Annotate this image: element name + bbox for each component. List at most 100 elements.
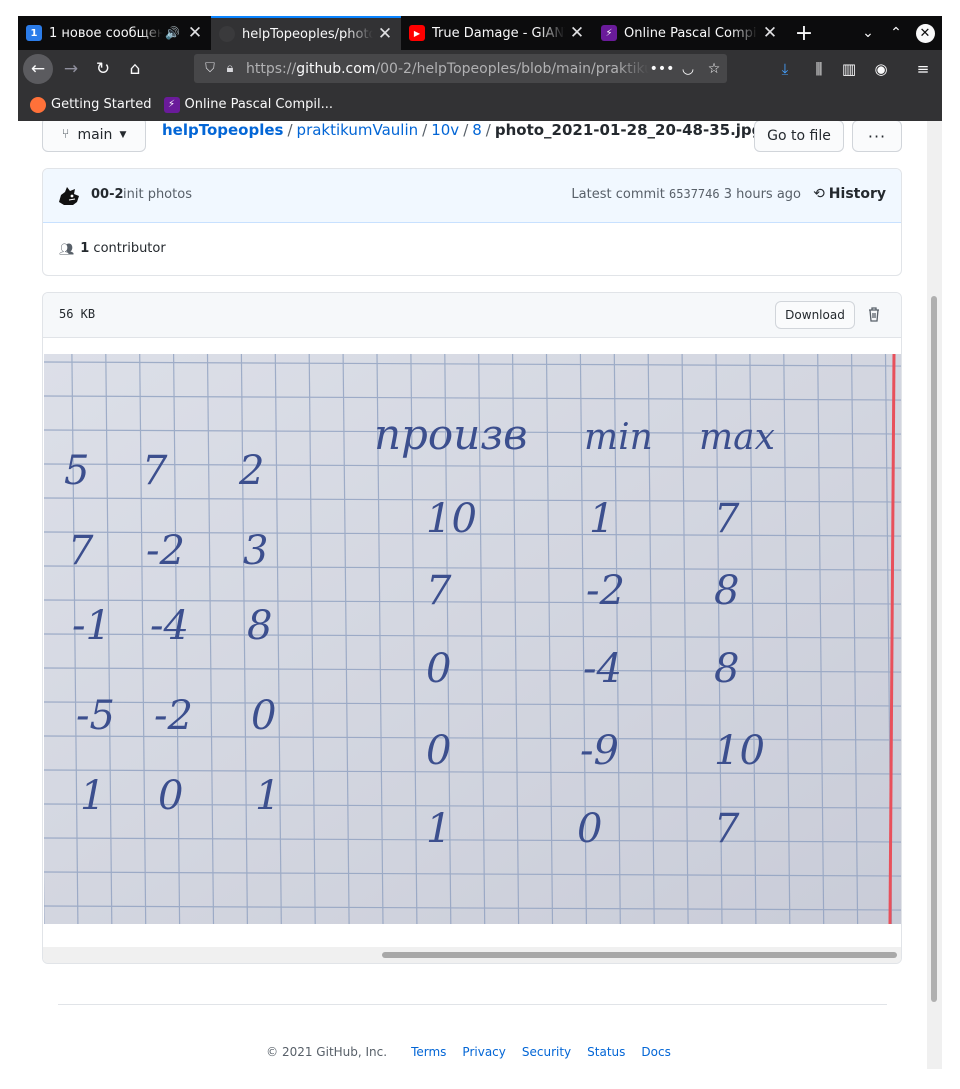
contributors-row[interactable]: 👥︎ 1 contributor [59, 241, 166, 256]
handwritten-left-value: 7 [142, 448, 168, 494]
horizontal-scrollbar[interactable] [43, 947, 901, 963]
restore-window-icon[interactable]: ⌃ [882, 16, 910, 50]
handwritten-left-value: -4 [150, 603, 189, 649]
contributors-count: 1 [80, 241, 90, 256]
account-icon[interactable]: ◉ [866, 54, 896, 84]
commit-author-link[interactable]: 00-2 [91, 187, 124, 202]
footer-link-terms[interactable]: Terms [411, 1045, 446, 1059]
handwritten-right-value: 7 [426, 568, 452, 614]
vertical-scrollbar-thumb[interactable] [931, 296, 937, 1002]
handwritten-right-value: 1 [589, 496, 614, 542]
new-tab-button[interactable]: + [790, 16, 818, 50]
breadcrumb: helpTopeoples / praktikumVaulin/10v/8/phot… [162, 121, 763, 139]
latest-commit-info: Latest commit 6537746 3 hours ago [571, 187, 801, 202]
handwritten-right-value: 8 [714, 568, 739, 614]
library-icon[interactable]: ⫼ [804, 54, 834, 84]
speaker-icon[interactable]: 🔊 [165, 26, 180, 40]
handwritten-left-value: -1 [72, 603, 111, 649]
handwritten-right-value: 0 [426, 728, 451, 774]
contributors-label: contributor [93, 241, 166, 256]
lock-icon[interactable]: 🔒︎ [220, 61, 240, 76]
youtube-favicon-icon: ▶ [409, 25, 425, 41]
handwritten-right-value: -9 [580, 728, 619, 774]
close-tab-icon[interactable]: ✕ [569, 23, 585, 43]
url-bar[interactable]: ⛉ 🔒︎ https://github.com/00-2/helpTopeopl… [194, 54, 727, 83]
tab-title: True Damage - GIANTS [432, 25, 565, 41]
tab-github-photo[interactable]: helpTopeoples/photo_2021-01-28_20-48-35.… [211, 16, 401, 50]
more-options-button[interactable]: ··· [852, 121, 902, 152]
home-button[interactable]: ⌂ [120, 54, 150, 84]
bolt-favicon-icon: ⚡ [601, 25, 617, 41]
close-window-button[interactable]: ✕ [911, 16, 939, 50]
downloads-icon[interactable]: ⤓ [770, 54, 800, 84]
url-text[interactable]: https://github.com/00-2/helpTopeoples/bl… [246, 61, 649, 77]
go-to-file-button[interactable]: Go to file [754, 121, 844, 152]
handwritten-right-value: 1 [426, 806, 451, 852]
breadcrumb-dir-link[interactable]: 8 [472, 121, 482, 139]
firefox-icon [30, 96, 46, 113]
handwritten-right-value: -4 [583, 646, 622, 692]
tab-pascal-compiler[interactable]: ⚡ Online Pascal Compiler ✕ [593, 16, 786, 50]
reload-button[interactable]: ↻ [88, 54, 118, 84]
history-link[interactable]: ⟲ History [813, 186, 886, 202]
handwritten-right-value: -2 [586, 568, 625, 614]
handwritten-left-value: 1 [255, 773, 280, 819]
commit-sha-link[interactable]: 6537746 [669, 187, 720, 201]
page-margin [942, 0, 960, 1089]
handwritten-left-value: 1 [80, 773, 105, 819]
tab-youtube[interactable]: ▶ True Damage - GIANTS ✕ [401, 16, 593, 50]
avatar[interactable] [56, 183, 82, 209]
handwritten-right-value: 7 [714, 806, 740, 852]
file-viewer: 56 KB Download 5 7 2 7 -2 3 -1 -4 8 -5 -2 0 1 0 1 произ… [42, 292, 902, 964]
breadcrumb-dir-link[interactable]: praktikumVaulin [297, 121, 419, 139]
footer-link-status[interactable]: Status [587, 1045, 625, 1059]
handwritten-header: произв [374, 410, 528, 459]
handwritten-left-value: -5 [76, 693, 115, 739]
menu-icon[interactable]: ≡ [908, 54, 938, 84]
handwritten-left-value: -2 [154, 693, 193, 739]
bookmark-star-icon[interactable]: ☆ [701, 61, 727, 77]
branch-selector-button[interactable]: ⑂ main ▼ [42, 121, 146, 152]
pocket-icon[interactable]: ◡ [675, 61, 701, 77]
handwritten-right-value: 10 [714, 728, 765, 774]
tab-vk-messages[interactable]: 1 1 новое сообщение 🔊 ✕ [18, 16, 211, 50]
tab-title: Online Pascal Compiler [624, 25, 758, 41]
breadcrumb-repo-link[interactable]: helpTopeoples [162, 121, 283, 139]
github-page: ⑂ main ▼ helpTopeoples / praktikumVaulin/1… [18, 121, 927, 1069]
horizontal-scrollbar-thumb[interactable] [382, 952, 897, 958]
history-clock-icon: ⟲ [813, 186, 825, 202]
latest-commit-label: Latest commit [571, 187, 665, 202]
bookmark-getting-started[interactable]: Getting Started [30, 96, 152, 113]
breadcrumb-dir-link[interactable]: 10v [431, 121, 459, 139]
handwritten-left-value: 7 [68, 528, 94, 574]
bolt-icon: ⚡ [163, 96, 180, 113]
close-tab-icon[interactable]: ✕ [377, 24, 393, 44]
tab-list-chevron-icon[interactable]: ⌄ [854, 16, 882, 50]
handwritten-header: min [584, 417, 653, 458]
back-button[interactable]: ← [23, 54, 53, 84]
file-header: 56 KB Download [43, 293, 901, 338]
footer-link-security[interactable]: Security [522, 1045, 571, 1059]
footer-link-privacy[interactable]: Privacy [462, 1045, 505, 1059]
history-label: History [828, 186, 886, 202]
commit-message-link[interactable]: init photos [123, 187, 192, 202]
page-actions-icon[interactable]: ••• [649, 61, 675, 77]
tab-strip: 1 1 новое сообщение 🔊 ✕ helpTopeoples/ph… [18, 16, 942, 50]
tab-title: 1 новое сообщение [49, 25, 164, 41]
file-size: 56 KB [59, 307, 96, 321]
close-tab-icon[interactable]: ✕ [187, 23, 203, 43]
footer-copyright: © 2021 GitHub, Inc. [266, 1045, 388, 1059]
vk-favicon-icon: 1 [26, 25, 42, 41]
forward-button[interactable]: → [56, 54, 86, 84]
breadcrumb-file-name: photo_2021-01-28_20-48-35.jpg [494, 121, 763, 139]
bookmark-pascal-compiler[interactable]: ⚡ Online Pascal Compil... [163, 96, 333, 113]
bookmarks-toolbar: Getting Started ⚡ Online Pascal Compil..… [18, 88, 942, 121]
download-button[interactable]: Download [775, 301, 855, 329]
navigation-toolbar: ← → ↻ ⌂ ⛉ 🔒︎ https://github.com/00-2/hel… [18, 50, 942, 88]
tracking-shield-icon[interactable]: ⛉ [200, 61, 220, 76]
trash-icon[interactable] [863, 303, 885, 325]
sidebar-icon[interactable]: ▥ [834, 54, 864, 84]
footer-link-docs[interactable]: Docs [641, 1045, 670, 1059]
bookmark-label: Getting Started [51, 97, 152, 112]
close-tab-icon[interactable]: ✕ [762, 23, 778, 43]
